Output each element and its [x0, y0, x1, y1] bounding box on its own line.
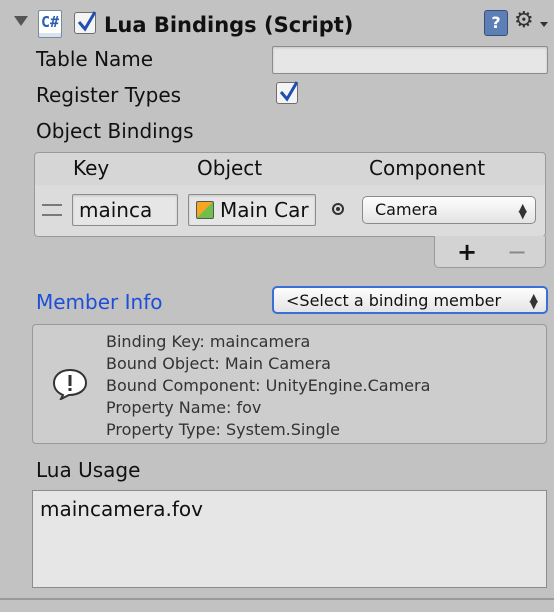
- lua-usage-text: maincamera.fov: [40, 497, 203, 521]
- object-picker-icon[interactable]: [332, 203, 344, 215]
- info-bound-object: Bound Object: Main Camera: [106, 354, 331, 373]
- info-property-type: Property Type: System.Single: [106, 420, 340, 439]
- panel-divider: [0, 598, 554, 600]
- component-header: C# Lua Bindings (Script) ? ⚙: [0, 0, 554, 50]
- component-enabled-checkbox[interactable]: [74, 11, 97, 34]
- member-info-label: Member Info: [36, 290, 163, 314]
- info-bound-component: Bound Component: UnityEngine.Camera: [106, 376, 431, 395]
- remove-binding-button[interactable]: −: [507, 238, 527, 266]
- lua-usage-label: Lua Usage: [36, 458, 141, 482]
- binding-component-value: Camera: [375, 200, 438, 219]
- foldout-arrow-icon[interactable]: [14, 16, 28, 26]
- help-book-icon[interactable]: ?: [484, 10, 508, 36]
- register-types-checkbox[interactable]: [276, 81, 299, 104]
- column-header-key: Key: [73, 156, 110, 180]
- gameobject-cube-icon: [196, 201, 214, 219]
- checkmark-icon: [77, 11, 97, 32]
- register-types-label: Register Types: [36, 83, 182, 107]
- component-title: Lua Bindings (Script): [104, 13, 354, 37]
- object-bindings-label: Object Bindings: [36, 119, 194, 143]
- list-add-remove-footer: + −: [434, 236, 546, 268]
- csharp-script-icon: C#: [38, 10, 62, 38]
- dropdown-arrows-icon: ▲ ▼: [529, 291, 538, 311]
- table-name-label: Table Name: [36, 47, 154, 71]
- dropdown-arrows-icon: ▲ ▼: [518, 201, 527, 221]
- table-name-input[interactable]: [272, 46, 548, 74]
- gear-icon[interactable]: ⚙: [514, 8, 534, 34]
- info-binding-key: Binding Key: maincamera: [106, 332, 311, 351]
- drag-handle-icon[interactable]: [42, 204, 62, 216]
- checkmark-icon: [279, 81, 299, 102]
- binding-key-input[interactable]: mainca: [72, 194, 178, 226]
- column-header-component: Component: [369, 156, 486, 180]
- binding-object-value: Main Car: [220, 198, 309, 222]
- bindings-list-header: Key Object Component: [34, 152, 546, 186]
- binding-component-dropdown[interactable]: Camera ▲ ▼: [362, 196, 536, 224]
- gear-dropdown-arrow-icon: [540, 22, 548, 27]
- binding-member-dropdown[interactable]: <Select a binding member ▲ ▼: [272, 286, 548, 314]
- binding-member-value: <Select a binding member: [286, 291, 502, 310]
- add-binding-button[interactable]: +: [457, 238, 477, 266]
- info-speech-bubble-icon: [52, 368, 88, 400]
- column-header-object: Object: [197, 156, 263, 180]
- info-property-name: Property Name: fov: [106, 398, 262, 417]
